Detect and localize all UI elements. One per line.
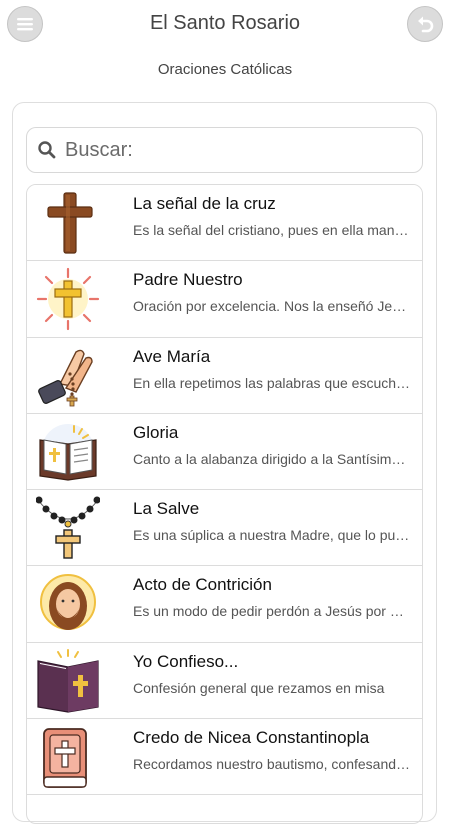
praying-hands-rosary-icon (36, 344, 100, 408)
radiant-cross-icon (36, 267, 100, 331)
jesus-face-icon (36, 572, 100, 636)
prayer-list: La señal de la cruz Es la señal del cris… (26, 184, 423, 824)
holy-bible-book-icon (36, 648, 100, 713)
item-description: En ella repetimos las palabras que escuc… (133, 374, 411, 391)
top-bar: El Santo Rosario (0, 0, 450, 50)
search-placeholder: Buscar: (65, 138, 133, 161)
list-item[interactable]: Ave María En ella repetimos las palabras… (27, 337, 422, 414)
wooden-cross-icon (36, 191, 100, 255)
search-icon (37, 140, 57, 160)
item-title: Yo Confieso... (133, 651, 239, 671)
closed-bible-icon (36, 725, 100, 789)
page-subtitle: Oraciones Católicas (157, 61, 293, 78)
item-description: Es la señal del cristiano, pues en ella … (133, 222, 411, 238)
item-description: Es una súplica a nuestra Madre, que lo p… (133, 527, 411, 544)
list-item[interactable]: Credo de Nicea Constantinopla Recordamos… (27, 719, 422, 796)
list-item[interactable]: Padre Nuestro Oración por excelencia. No… (27, 261, 422, 338)
back-button[interactable] (407, 6, 443, 42)
rosary-beads-icon (36, 496, 100, 560)
list-item[interactable]: Gloria Canto a la alabanza dirigido a la… (27, 413, 422, 491)
open-bible-icon (36, 420, 100, 484)
app-title: El Santo Rosario (149, 12, 301, 34)
list-item[interactable]: Acto de Contrición Es un modo de pedir p… (27, 566, 422, 643)
item-title: Gloria (133, 422, 179, 442)
item-description: Recordamos nuestro bautismo, confesando … (133, 756, 411, 773)
item-description: Es un modo de pedir perdón a Jesús por n… (133, 603, 411, 620)
undo-arrow-icon (418, 16, 434, 33)
item-title: Ave María (133, 346, 211, 366)
item-title: La Salve (133, 499, 200, 519)
list-item[interactable]: Yo Confieso... Confesión general que rez… (27, 642, 422, 720)
item-title: Acto de Contrición (133, 575, 272, 595)
item-title: La señal de la cruz (133, 194, 276, 213)
item-title: Credo de Nicea Constantinopla (133, 728, 370, 748)
item-description: Confesión general que rezamos en misa (133, 679, 385, 696)
list-item[interactable]: La Salve Es una súplica a nuestra Madre,… (27, 490, 422, 567)
search-input[interactable]: Buscar: (26, 127, 423, 173)
item-description: Canto a la alabanza dirigido a la Santís… (133, 450, 411, 467)
list-item[interactable]: La señal de la cruz Es la señal del cris… (27, 185, 422, 262)
item-description: Oración por excelencia. Nos la enseñó Je… (133, 298, 411, 315)
item-title: Padre Nuestro (133, 270, 243, 290)
